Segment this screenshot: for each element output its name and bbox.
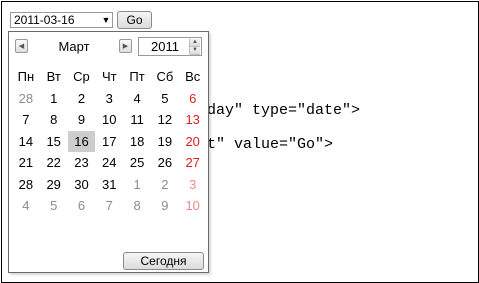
day-cell[interactable]: 8 <box>40 109 68 131</box>
spin-down-icon[interactable]: ▼ <box>190 47 200 55</box>
day-cell[interactable]: 10 <box>95 109 123 131</box>
day-cell[interactable]: 6 <box>68 195 96 217</box>
day-cell[interactable]: 28 <box>12 174 40 196</box>
calendar-week-row: 4 5 6 7 8 9 10 <box>12 195 207 217</box>
calendar-week-row: 14 15 16 17 18 19 20 <box>12 130 207 153</box>
calendar-popup: ◀ Март ▶ 2011 ▲ ▼ Пн Вт Ср Чт Пт Сб Вс 28 1 2 3 4 5 6… <box>8 31 209 273</box>
day-cell[interactable]: 3 <box>179 174 207 196</box>
calendar-week-row: 21 22 23 24 25 26 27 <box>12 152 207 174</box>
day-cell[interactable]: 1 <box>40 88 68 110</box>
day-cell[interactable]: 15 <box>40 131 68 153</box>
go-button[interactable]: Go <box>117 11 152 29</box>
day-cell[interactable]: 2 <box>151 174 179 196</box>
day-cell[interactable]: 12 <box>151 109 179 131</box>
page-frame: irthday" type="date"> ubmit" value="Go">… <box>1 1 479 283</box>
day-cell[interactable]: 6 <box>179 88 207 110</box>
date-input-value: 2011-03-16 <box>14 13 75 27</box>
day-cell[interactable]: 14 <box>12 131 40 153</box>
date-input[interactable]: 2011-03-16 ▼ <box>10 12 113 28</box>
day-cell[interactable]: 22 <box>40 152 68 174</box>
day-cell[interactable]: 17 <box>95 131 123 153</box>
day-cell[interactable]: 25 <box>123 152 151 174</box>
weekday-label: Вс <box>185 69 201 84</box>
day-cell[interactable]: 7 <box>12 109 40 131</box>
month-label: Март <box>58 39 90 54</box>
day-cell[interactable]: 19 <box>151 131 179 153</box>
calendar-header: ◀ Март ▶ 2011 ▲ ▼ <box>14 37 204 59</box>
selected-day-cell[interactable]: 16 <box>67 130 96 152</box>
day-cell[interactable]: 3 <box>95 88 123 110</box>
calendar-week-row: 28 1 2 3 4 5 6 <box>12 88 207 110</box>
year-value: 2011 <box>151 39 179 54</box>
triangle-right-icon: ▶ <box>122 43 129 50</box>
day-cell[interactable]: 11 <box>123 109 151 131</box>
day-cell[interactable]: 9 <box>151 195 179 217</box>
calendar-week-row: 7 8 9 10 11 12 13 <box>12 109 207 131</box>
day-cell[interactable]: 31 <box>95 174 123 196</box>
day-cell[interactable]: 21 <box>12 152 40 174</box>
day-cell[interactable]: 24 <box>95 152 123 174</box>
day-cell[interactable]: 8 <box>123 195 151 217</box>
weekday-header-row: Пн Вт Ср Чт Пт Сб Вс <box>12 66 207 88</box>
weekday-label: Пт <box>129 69 145 84</box>
next-month-button[interactable]: ▶ <box>119 39 132 53</box>
weekday-label: Сб <box>156 69 174 84</box>
day-cell[interactable]: 26 <box>151 152 179 174</box>
triangle-left-icon: ◀ <box>18 43 25 50</box>
day-cell[interactable]: 13 <box>179 109 207 131</box>
day-cell[interactable]: 9 <box>68 109 96 131</box>
weekday-label: Вт <box>46 69 61 84</box>
weekday-label: Ср <box>73 69 90 84</box>
day-cell[interactable]: 4 <box>12 195 40 217</box>
calendar-week-row: 28 29 30 31 1 2 3 <box>12 174 207 196</box>
day-cell[interactable]: 20 <box>179 131 207 153</box>
year-spinner[interactable]: 2011 ▲ ▼ <box>138 37 202 56</box>
day-cell[interactable]: 28 <box>12 88 40 110</box>
day-cell[interactable]: 18 <box>123 131 151 153</box>
day-cell[interactable]: 10 <box>179 195 207 217</box>
calendar-grid: Пн Вт Ср Чт Пт Сб Вс 28 1 2 3 4 5 6 7 8 9 10 11 12 13 14 15 16 1… <box>12 66 207 217</box>
previous-month-button[interactable]: ◀ <box>15 39 28 53</box>
day-cell[interactable]: 23 <box>68 152 96 174</box>
today-button[interactable]: Сегодня <box>123 252 204 270</box>
day-cell[interactable]: 1 <box>123 174 151 196</box>
year-spin-buttons[interactable]: ▲ ▼ <box>189 39 200 55</box>
day-cell[interactable]: 27 <box>179 152 207 174</box>
day-cell[interactable]: 5 <box>151 88 179 110</box>
weekday-label: Пн <box>17 69 35 84</box>
day-cell[interactable]: 29 <box>40 174 68 196</box>
dropdown-arrow-icon[interactable]: ▼ <box>100 15 112 25</box>
day-cell[interactable]: 5 <box>40 195 68 217</box>
spin-up-icon[interactable]: ▲ <box>190 39 200 47</box>
weekday-label: Чт <box>101 69 117 84</box>
day-cell[interactable]: 2 <box>68 88 96 110</box>
day-cell[interactable]: 4 <box>123 88 151 110</box>
day-cell[interactable]: 30 <box>68 174 96 196</box>
day-cell[interactable]: 7 <box>95 195 123 217</box>
